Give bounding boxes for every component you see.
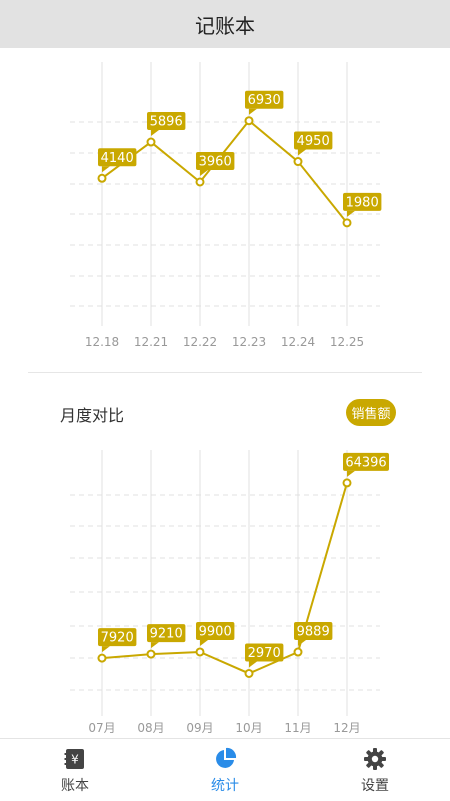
x-tick-label: 12.24	[281, 335, 315, 349]
data-point	[293, 647, 303, 657]
app-header: 记账本	[0, 0, 450, 48]
data-point	[195, 177, 205, 187]
data-point	[97, 653, 107, 663]
data-label-pointer	[249, 108, 257, 115]
section-divider	[28, 372, 422, 373]
data-label: 6930	[248, 93, 281, 108]
data-label: 9889	[297, 625, 330, 640]
x-tick-label: 12.21	[134, 335, 168, 349]
series-line	[101, 482, 348, 675]
x-tick-label: 10月	[235, 721, 262, 735]
x-tick-label: 07月	[88, 721, 115, 735]
data-point	[97, 173, 107, 183]
gear-icon	[364, 748, 386, 770]
sales-badge-button[interactable]: 销售额	[346, 399, 396, 426]
pie-chart-icon	[216, 747, 237, 768]
data-label: 64396	[345, 455, 386, 470]
data-label-pointer	[347, 470, 355, 477]
data-point	[146, 137, 156, 147]
data-point	[244, 668, 254, 678]
data-point	[342, 478, 352, 488]
data-label: 4140	[101, 151, 134, 166]
data-label: 5896	[150, 115, 183, 130]
data-point	[146, 649, 156, 659]
data-label-pointer	[151, 130, 159, 137]
data-point	[342, 218, 352, 228]
data-label-pointer	[102, 166, 110, 173]
data-label-pointer	[200, 639, 208, 646]
tab-ledger-label: 账本	[61, 778, 89, 794]
x-tick-label: 11月	[284, 721, 311, 735]
bottom-tab-bar: ¥ 账本 统计 设置	[0, 738, 450, 801]
data-label-pointer	[102, 646, 110, 653]
data-label-pointer	[151, 642, 159, 649]
x-tick-label: 12.22	[183, 335, 217, 349]
yen-ledger-icon: ¥	[64, 749, 84, 769]
tab-settings-label: 设置	[361, 778, 389, 794]
x-tick-label: 12.23	[232, 335, 266, 349]
monthly-line-chart: 7920 9210 9900 2970 9889 64396 07月 08月 09月 10月 11月…	[70, 450, 389, 735]
x-tick-label: 09月	[186, 721, 213, 735]
tab-ledger[interactable]: ¥ 账本	[25, 739, 125, 801]
app-title: 记账本	[195, 13, 255, 38]
tab-statistics[interactable]: 统计	[175, 739, 275, 801]
data-point	[195, 647, 205, 657]
data-label: 2970	[248, 646, 281, 661]
monthly-comparison-title: 月度对比	[60, 406, 125, 425]
tab-settings[interactable]: 设置	[325, 739, 425, 801]
data-label: 9900	[199, 624, 232, 639]
data-label: 9210	[150, 627, 183, 642]
data-label: 4950	[297, 134, 330, 149]
data-label: 1980	[346, 195, 379, 210]
daily-line-chart: 4140 5896 3960 6930 4950 1980 12.18 12.21 12.22 1…	[70, 62, 382, 349]
data-label-pointer	[249, 661, 257, 668]
data-label: 3960	[199, 154, 232, 169]
data-label: 7920	[101, 631, 134, 646]
svg-text:¥: ¥	[71, 753, 79, 767]
x-tick-label: 12月	[333, 721, 360, 735]
data-label-pointer	[298, 640, 306, 647]
x-tick-label: 12.25	[330, 335, 364, 349]
x-tick-label: 12.18	[85, 335, 119, 349]
data-point	[244, 116, 254, 126]
tab-statistics-label: 统计	[211, 778, 239, 794]
x-tick-label: 08月	[137, 721, 164, 735]
data-point	[293, 157, 303, 167]
